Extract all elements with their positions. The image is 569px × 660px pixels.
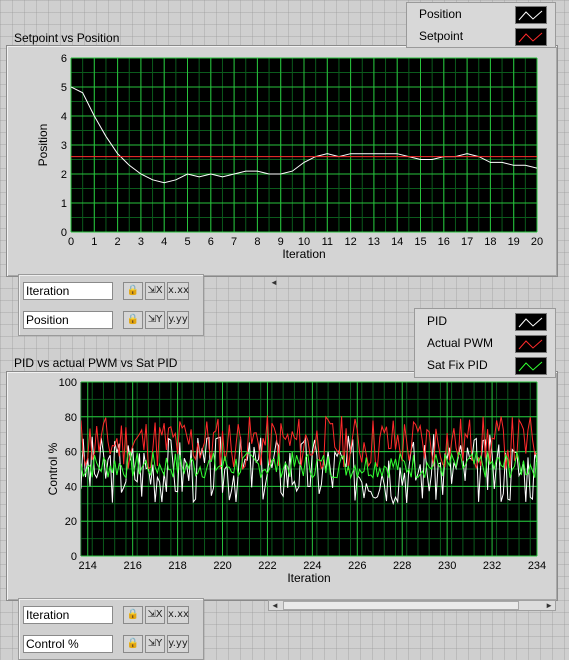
x-format-button[interactable]: x.xx — [167, 282, 189, 300]
x-tick-label: 0 — [68, 236, 74, 248]
chart2-plot: 214 216 218 220 222 224 226 228 230 232 2340204060… — [46, 377, 546, 585]
y-axis-label: Control % — [46, 442, 60, 495]
chart1-legend: Position Setpoint — [406, 2, 556, 48]
x-tick-label: 2 — [115, 236, 121, 248]
x-tick-label: 5 — [184, 236, 190, 248]
x-tick-label: 220 — [213, 560, 231, 572]
x-tick-label: 8 — [254, 236, 260, 248]
y-tick-label: 80 — [65, 412, 77, 424]
y-autoscale-button[interactable]: ⇲Y — [145, 635, 165, 653]
x-axis-label: Iteration — [287, 571, 330, 585]
x-tick-label: 226 — [348, 560, 366, 572]
x-tick-label: 18 — [484, 236, 496, 248]
y-tick-label: 60 — [65, 447, 77, 459]
legend-swatch-actual-pwm — [515, 335, 547, 353]
x-tick-label: 218 — [168, 560, 186, 572]
x-tick-label: 232 — [483, 560, 501, 572]
y-tick-label: 6 — [61, 53, 67, 65]
chart1-plot: 0 1 2 3 4 5 6 7 8 9 10 11 12 13 14 15 16 17 18 19 200123456I… — [36, 53, 543, 261]
legend-item-position[interactable]: Position — [407, 3, 555, 25]
y-format-button[interactable]: y.yy — [167, 635, 189, 653]
chart2-title: PID vs actual PWM vs Sat PID — [14, 356, 178, 370]
x-tick-label: 214 — [79, 560, 97, 572]
lock-icon[interactable]: 🔒 — [123, 635, 143, 653]
x-tick-label: 216 — [123, 560, 141, 572]
x-scale-name[interactable]: Iteration — [23, 606, 113, 624]
y-tick-label: 5 — [61, 82, 67, 94]
y-tick-label: 20 — [65, 516, 77, 528]
chart2-scrollbar[interactable]: ◄ ► — [268, 600, 556, 611]
x-tick-label: 230 — [438, 560, 456, 572]
x-tick-label: 17 — [461, 236, 473, 248]
lock-icon[interactable]: 🔒 — [123, 282, 143, 300]
y-tick-label: 0 — [71, 551, 77, 563]
x-scale-name[interactable]: Iteration — [23, 282, 113, 300]
x-tick-label: 13 — [368, 236, 380, 248]
y-tick-label: 2 — [61, 169, 67, 181]
x-tick-label: 4 — [161, 236, 167, 248]
x-tick-label: 20 — [531, 236, 543, 248]
x-tick-label: 1 — [91, 236, 97, 248]
x-tick-label: 7 — [231, 236, 237, 248]
y-autoscale-button[interactable]: ⇲Y — [145, 311, 165, 329]
legend-label-sat-fix-pid: Sat Fix PID — [427, 358, 488, 372]
x-tick-label: 6 — [208, 236, 214, 248]
x-tick-label: 15 — [414, 236, 426, 248]
legend-label-pid: PID — [427, 314, 448, 328]
scroll-right-icon[interactable]: ► — [545, 600, 553, 611]
y-tick-label: 100 — [59, 377, 77, 389]
legend-swatch-pid — [515, 313, 547, 331]
x-autoscale-button[interactable]: ⇲X — [145, 282, 165, 300]
chart1-scale-legend: Iteration 🔒 ⇲X x.xx Position 🔒 ⇲Y y.yy — [18, 274, 204, 336]
x-tick-label: 228 — [393, 560, 411, 572]
chart2-scale-legend: Iteration 🔒 ⇲X x.xx Control % 🔒 ⇲Y y.yy — [18, 598, 204, 660]
x-tick-label: 3 — [138, 236, 144, 248]
y-scale-name[interactable]: Control % — [23, 635, 113, 653]
y-tick-label: 1 — [61, 198, 67, 210]
x-tick-label: 12 — [344, 236, 356, 248]
x-axis-label: Iteration — [282, 247, 325, 261]
legend-swatch-position — [515, 6, 547, 24]
x-tick-label: 222 — [258, 560, 276, 572]
legend-label-actual-pwm: Actual PWM — [427, 336, 494, 350]
legend-item-pid[interactable]: PID — [415, 310, 555, 332]
x-autoscale-button[interactable]: ⇲X — [145, 606, 165, 624]
y-tick-label: 4 — [61, 111, 67, 123]
x-tick-label: 19 — [508, 236, 520, 248]
x-tick-label: 14 — [391, 236, 403, 248]
lock-icon[interactable]: 🔒 — [123, 606, 143, 624]
y-tick-label: 0 — [61, 227, 67, 239]
chart1-title: Setpoint vs Position — [14, 31, 120, 45]
scroll-left-icon[interactable]: ◄ — [271, 600, 279, 611]
y-tick-label: 3 — [61, 140, 67, 152]
legend-swatch-setpoint — [515, 28, 547, 46]
scroll-thumb[interactable] — [283, 601, 519, 610]
legend-item-setpoint[interactable]: Setpoint — [407, 25, 555, 47]
y-tick-label: 40 — [65, 481, 77, 493]
lock-icon[interactable]: 🔒 — [123, 311, 143, 329]
legend-label-setpoint: Setpoint — [419, 29, 464, 43]
y-scale-name[interactable]: Position — [23, 311, 113, 329]
y-axis-label: Position — [36, 124, 50, 167]
x-tick-label: 234 — [528, 560, 546, 572]
x-format-button[interactable]: x.xx — [167, 606, 189, 624]
x-tick-label: 16 — [438, 236, 450, 248]
legend-label-position: Position — [419, 7, 462, 21]
y-format-button[interactable]: y.yy — [167, 311, 189, 329]
chart2-legend: PID Actual PWM Sat Fix PID — [414, 308, 556, 378]
chart1-scroll-arrow-icon[interactable]: ◄ — [270, 278, 278, 287]
legend-item-actual-pwm[interactable]: Actual PWM — [415, 332, 555, 354]
